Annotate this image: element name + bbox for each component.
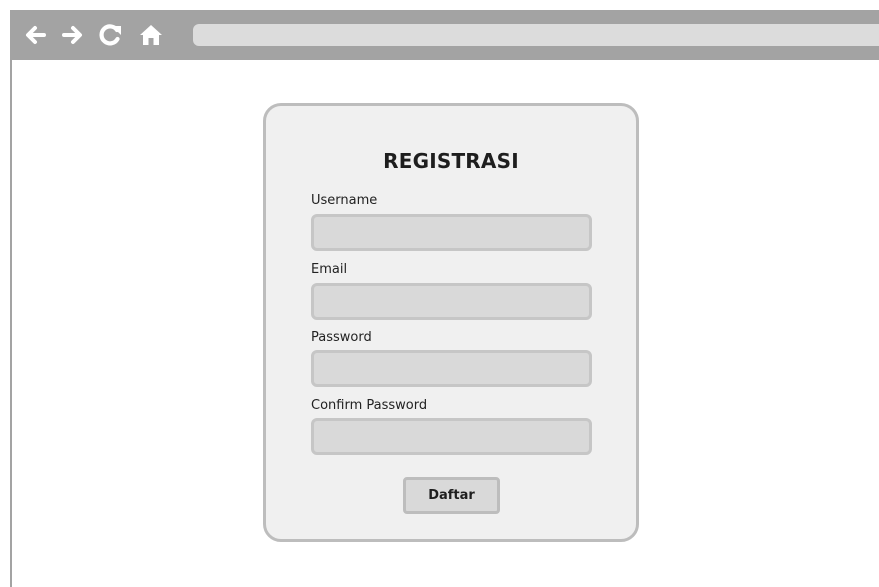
email-input[interactable] (311, 283, 592, 320)
address-bar[interactable] (193, 24, 879, 46)
registration-card: REGISTRASI Username Email Password Confi… (263, 103, 639, 542)
form-title: REGISTRASI (383, 149, 519, 173)
home-icon[interactable] (138, 22, 164, 48)
username-input[interactable] (311, 214, 592, 251)
browser-window: REGISTRASI Username Email Password Confi… (0, 0, 879, 587)
password-input[interactable] (311, 350, 592, 387)
confirm-password-label: Confirm Password (311, 398, 428, 413)
back-arrow-icon[interactable] (22, 22, 48, 48)
username-label: Username (311, 193, 378, 208)
daftar-button[interactable]: Daftar (403, 477, 500, 514)
browser-toolbar (10, 10, 879, 60)
confirm-password-input[interactable] (311, 418, 592, 455)
email-label: Email (311, 262, 348, 277)
browser-frame-border (10, 60, 12, 587)
forward-arrow-icon[interactable] (60, 22, 86, 48)
password-label: Password (311, 330, 372, 345)
reload-icon[interactable] (98, 22, 124, 48)
